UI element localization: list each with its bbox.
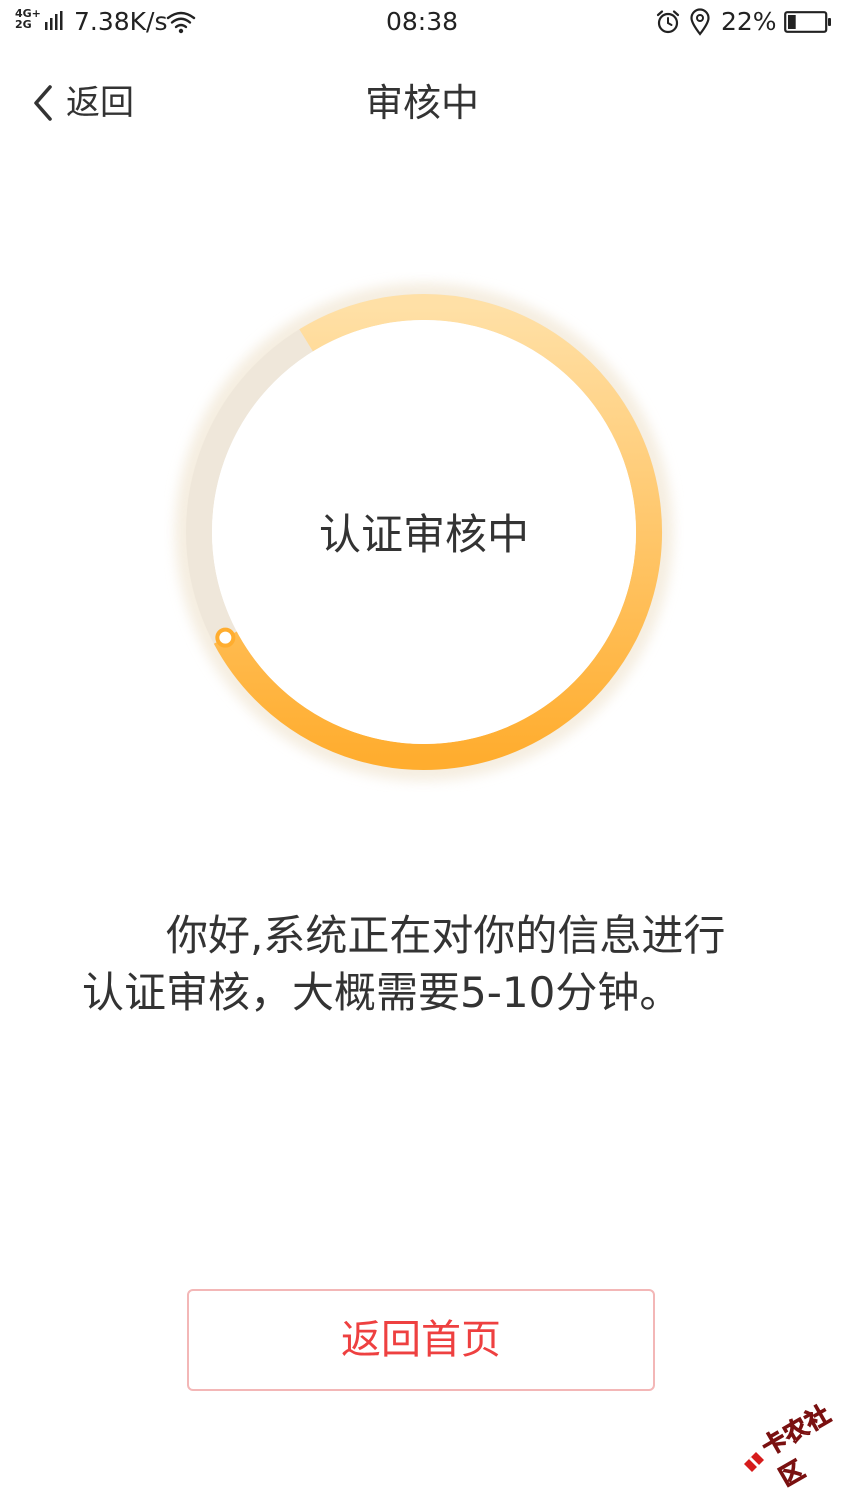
ring-progress-knob (215, 627, 236, 648)
alarm-clock-icon (656, 10, 680, 34)
review-message: 你好,系统正在对你的信息进行认证审核，大概需要5-10分钟。 (82, 911, 726, 1017)
status-time: 08:38 (385, 7, 459, 36)
status-bar: 4G+ 2G 7.38K/s 08:38 22% (0, 0, 844, 46)
return-home-button[interactable]: 返回首页 (187, 1289, 655, 1391)
location-pin-icon (690, 8, 710, 36)
page-title: 审核中 (364, 81, 479, 125)
battery-icon (784, 11, 831, 33)
ring-status-label: 认证审核中 (318, 510, 529, 559)
battery-percent: 22% (721, 7, 777, 36)
nav-bar: 返回 审核中 (0, 60, 844, 146)
